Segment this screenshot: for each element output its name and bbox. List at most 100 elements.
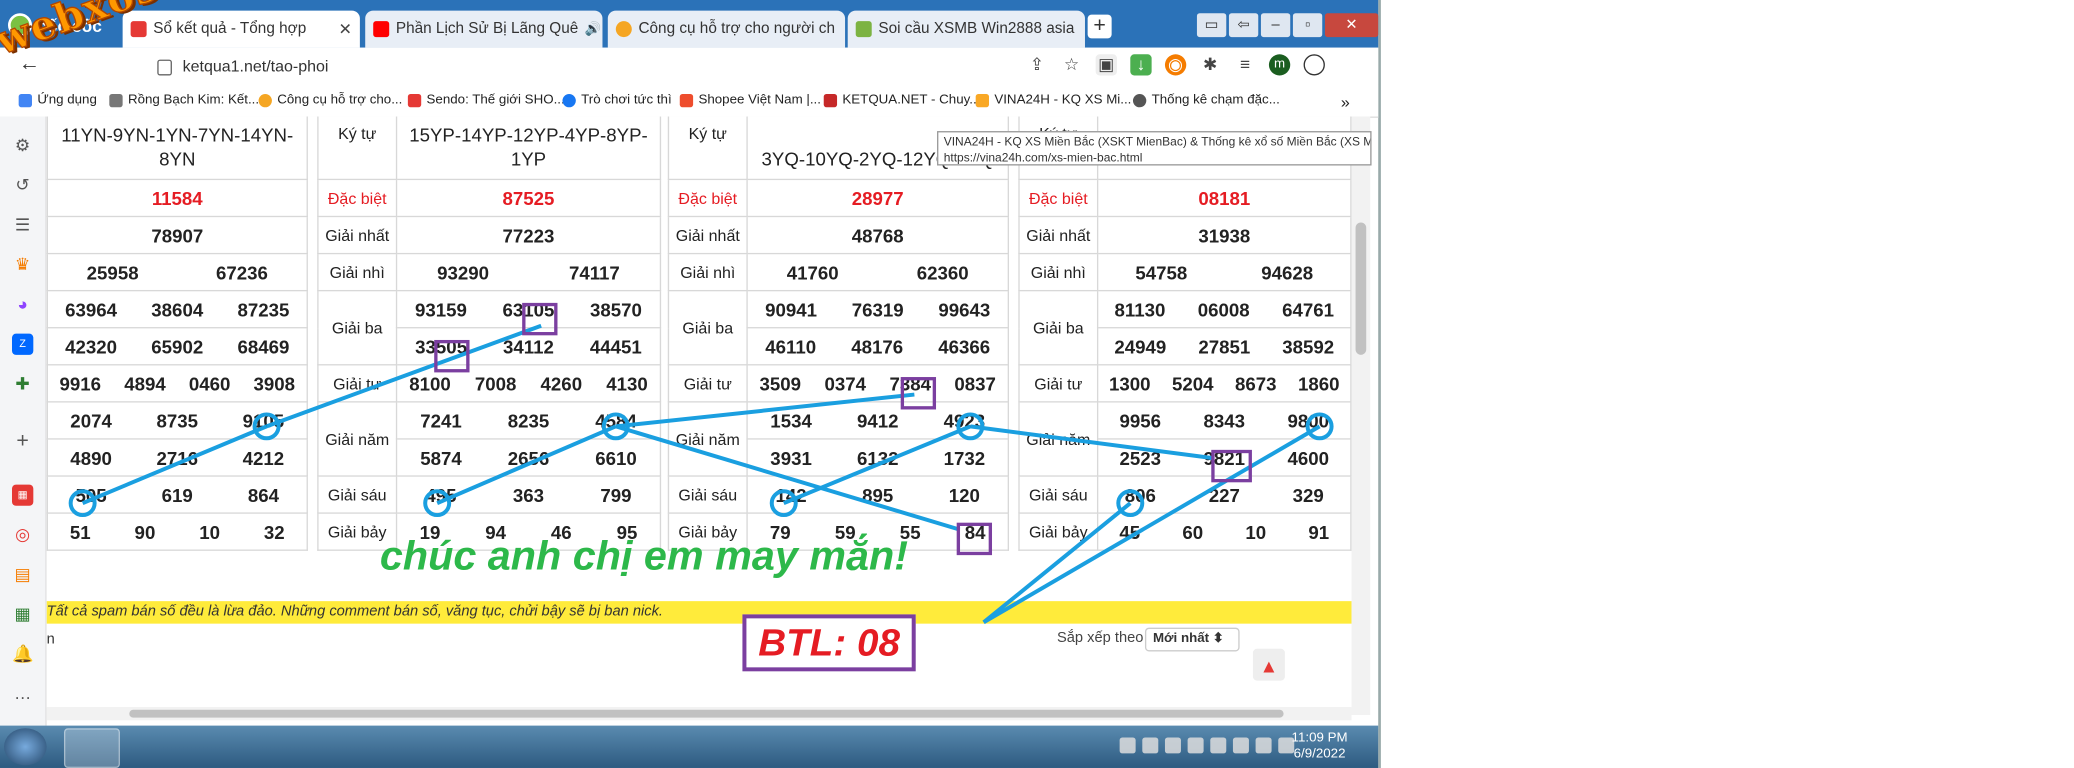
tray-icon[interactable] <box>1210 737 1227 754</box>
prize-label: Giải sáu <box>317 475 398 514</box>
code-cell: 11YN-9YN-1YN-7YN-14YN-8YN <box>46 116 308 181</box>
windows-taskbar: 11:09 PM 6/9/2022 <box>0 725 1379 768</box>
third-prize: 93159 63105 38570 <box>395 289 662 329</box>
more-dots-icon[interactable]: … <box>12 683 33 704</box>
prize-number: 8235 <box>507 409 550 431</box>
scrollbar-thumb[interactable] <box>1355 222 1367 355</box>
fifth-prize: 5874 2656 6610 <box>395 438 662 477</box>
notes-icon[interactable]: ☰ <box>12 215 33 236</box>
bookmark-item[interactable]: Thống kê chạm đặc... <box>1132 93 1280 107</box>
new-tab-button[interactable]: + <box>1087 14 1112 39</box>
bookmark-item[interactable]: KETQUA.NET - Chuy... <box>823 93 980 107</box>
prize-number: 4890 <box>70 446 112 469</box>
tab-soicau[interactable]: Soi cầu XSMB Win2888 asia ✕ <box>847 10 1085 48</box>
bookmark-item[interactable]: Công cụ hỗ trợ cho... <box>258 93 402 107</box>
scroll-top-button[interactable]: ▲ <box>1252 648 1285 681</box>
sheet-icon[interactable]: ▦ <box>12 604 33 625</box>
prize-number: 33505 <box>415 335 468 357</box>
prize-number: 9105 <box>242 409 285 431</box>
screenshot-icon[interactable]: ▭ <box>1196 13 1227 38</box>
lock-icon <box>157 59 172 76</box>
crown-icon[interactable]: ♛ <box>12 254 33 275</box>
address-bar[interactable]: ketqua1.net/tao-phoi <box>157 53 1010 79</box>
bookmark-item[interactable]: Sendo: Thế giới SHO... <box>407 93 565 107</box>
zalo-icon[interactable]: Z <box>11 333 34 355</box>
prize-label: Đặc biệt <box>317 178 398 218</box>
prize-label: Giải nhì <box>1018 252 1099 292</box>
tray-icon[interactable] <box>1119 737 1136 754</box>
bookmark-apps[interactable]: Ứng dụng <box>18 93 97 107</box>
reading-list-icon[interactable]: ≡ <box>1234 54 1255 75</box>
menu-circle-icon[interactable] <box>1303 54 1325 76</box>
second-prize: 54758 94628 <box>1096 252 1352 292</box>
coccoc-extension-icon[interactable]: ◉ <box>1164 54 1187 76</box>
bookmark-item[interactable]: Rồng Bạch Kim: Kết... <box>109 93 259 107</box>
prize-number: 74117 <box>568 261 620 283</box>
tab-youtube[interactable]: Phần Lịch Sử Bị Lãng Quê 🔊 ✕ <box>365 10 603 48</box>
tab-ketqua[interactable]: Sổ kết quả - Tổng hợp ✕ <box>122 10 360 48</box>
prize-number: 5204 <box>1172 372 1214 394</box>
prize-label: Đặc biệt <box>667 178 748 218</box>
system-tray <box>1119 737 1295 754</box>
profile-avatar[interactable]: m <box>1268 54 1291 76</box>
fifth-prize: 2523 9821 4600 <box>1096 438 1352 477</box>
messenger-icon[interactable]: ◕ <box>12 294 33 315</box>
prize-label: Giải bảy <box>1018 512 1099 551</box>
gamepad-icon[interactable]: ✚ <box>12 373 33 394</box>
speaker-icon[interactable]: 🔊 <box>585 22 602 37</box>
close-tab-icon[interactable]: ✕ <box>333 20 351 39</box>
sort-select[interactable]: Mới nhất ⬍ <box>1144 627 1240 652</box>
bookmark-item[interactable]: Shopee Việt Nam |... <box>679 93 821 107</box>
bookmark-item[interactable]: Trò chơi tức thì <box>562 93 672 107</box>
prize-number: 505 <box>75 483 107 506</box>
prize-label: Giải tư <box>317 364 398 403</box>
second-prize: 93290 74117 <box>395 252 662 292</box>
close-tab-icon[interactable]: ✕ <box>842 20 845 39</box>
scrollbar-thumb[interactable] <box>129 709 1284 718</box>
close-window-button[interactable]: ✕ <box>1324 13 1379 38</box>
horizontal-scrollbar[interactable] <box>46 707 1352 721</box>
tray-icon[interactable] <box>1164 737 1181 754</box>
special-prize: 08181 <box>1096 178 1352 218</box>
maximize-button[interactable]: ▫ <box>1292 13 1323 38</box>
prize-number: 619 <box>161 483 193 506</box>
bell-icon[interactable]: 🔔 <box>12 644 34 665</box>
prize-label: Giải ba <box>317 289 398 366</box>
prize-number: 7241 <box>420 409 462 431</box>
prize-number: 93159 <box>415 298 467 320</box>
prize-number: 54758 <box>1135 261 1188 283</box>
first-prize: 77223 <box>395 215 662 255</box>
prize-number: 99643 <box>938 298 991 320</box>
tray-icon[interactable] <box>1232 737 1249 754</box>
taskbar-clock[interactable]: 11:09 PM 6/9/2022 <box>1280 731 1360 763</box>
tray-icon[interactable] <box>1255 737 1272 754</box>
tray-icon[interactable] <box>1187 737 1204 754</box>
page-content: 11YN-9YN-1YN-7YN-14YN-8YN 11584 78907 25958… <box>46 116 1352 716</box>
tab-congcu[interactable]: Công cụ hỗ trợ cho người ch ✕ <box>607 10 846 48</box>
start-button[interactable] <box>3 728 47 766</box>
history-icon[interactable]: ↺ <box>12 175 33 196</box>
fifth-prize: 2074 8735 9105 <box>46 401 308 440</box>
extension-badge-icon[interactable]: ▣ <box>1095 54 1117 76</box>
bookmark-star-icon[interactable]: ☆ <box>1061 54 1082 75</box>
download-icon[interactable]: ↓ <box>1130 54 1152 76</box>
prize-number: 44451 <box>589 335 642 357</box>
taskbar-coccoc[interactable] <box>63 728 120 768</box>
prize-number: 8100 <box>409 372 451 394</box>
prize-number: 8735 <box>156 409 199 431</box>
puzzle-icon[interactable]: ✱ <box>1200 54 1221 75</box>
bookmarks-more-button[interactable]: » <box>1341 93 1350 112</box>
shop-icon[interactable]: ▤ <box>12 564 33 585</box>
back-window-icon[interactable]: ⇦ <box>1228 13 1259 38</box>
close-tab-icon[interactable]: ✕ <box>1081 20 1085 39</box>
vertical-scrollbar[interactable] <box>1351 116 1371 716</box>
bookmark-item[interactable]: VINA24H - KQ XS Mi... <box>975 93 1131 107</box>
minimize-button[interactable]: – <box>1260 13 1291 38</box>
map-pin-icon[interactable]: ◎ <box>12 524 33 545</box>
prize-label: Giải nhất <box>1018 215 1099 255</box>
add-icon[interactable]: + <box>12 431 33 453</box>
tray-icon[interactable] <box>1142 737 1159 754</box>
share-icon[interactable]: ⇪ <box>1026 54 1047 75</box>
calendar-icon[interactable]: ▦ <box>11 484 34 506</box>
gear-icon[interactable]: ⚙ <box>12 135 33 156</box>
